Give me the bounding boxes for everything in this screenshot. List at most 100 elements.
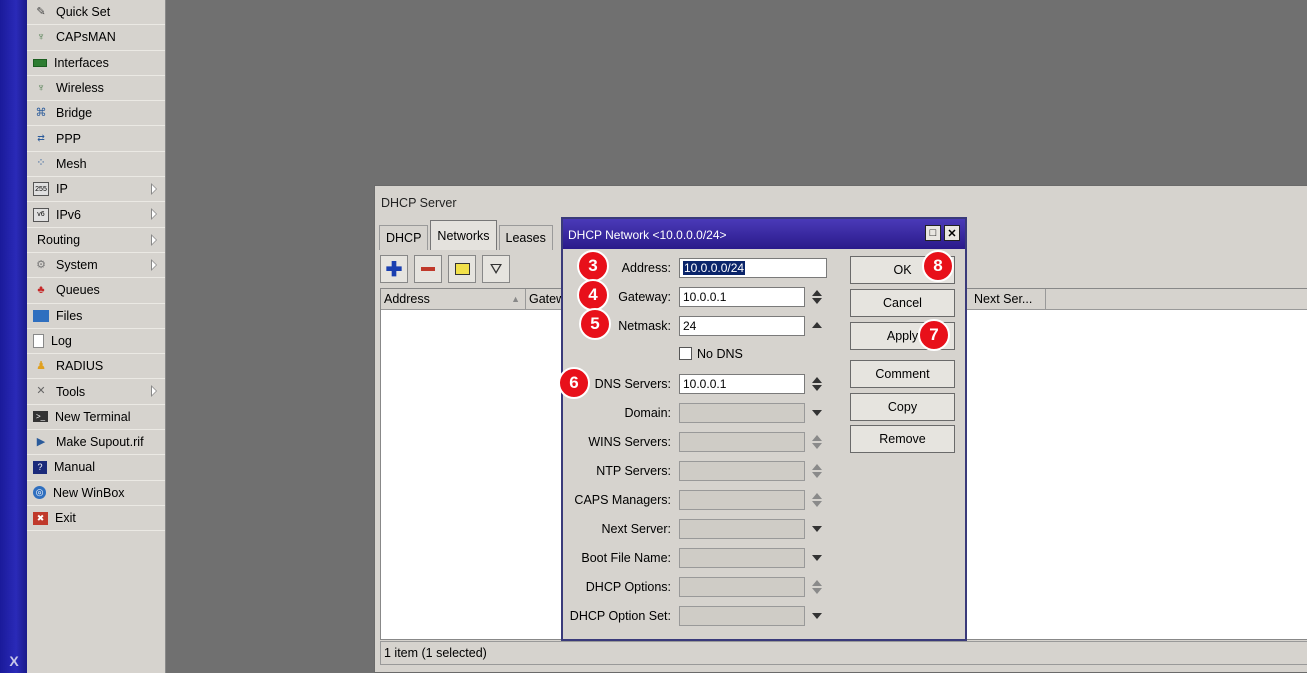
sidebar-item-capsman[interactable]: ♆ CAPsMAN bbox=[27, 25, 165, 51]
next-server-field[interactable] bbox=[679, 519, 805, 539]
gear-icon: ⚙ bbox=[36, 258, 46, 271]
tab-networks[interactable]: Networks bbox=[430, 220, 497, 250]
address-label: Address: bbox=[621, 261, 671, 275]
callout-badge-8: 8 bbox=[922, 250, 954, 282]
callout-badge-7: 7 bbox=[918, 319, 950, 351]
boot-file-name-label: Boot File Name: bbox=[581, 551, 671, 565]
dhcp-options-field[interactable] bbox=[679, 577, 805, 597]
sidebar-item-tools[interactable]: ✕ Tools bbox=[27, 379, 165, 405]
status-bar: 1 item (1 selected) bbox=[380, 641, 1307, 665]
supout-icon: ▶ bbox=[36, 435, 46, 448]
sidebar-item-quick-set[interactable]: ✎ Quick Set bbox=[27, 0, 165, 26]
gateway-updown-icon[interactable] bbox=[811, 289, 823, 305]
add-button[interactable]: ✚ bbox=[380, 255, 408, 283]
no-dns-checkbox[interactable] bbox=[679, 347, 692, 360]
ntp-servers-updown-icon[interactable] bbox=[811, 463, 823, 479]
column-header-next-server[interactable]: Next Ser... bbox=[971, 289, 1046, 310]
boot-file-name-field[interactable] bbox=[679, 548, 805, 568]
maximize-button[interactable]: □ bbox=[925, 225, 941, 241]
ntp-servers-field[interactable] bbox=[679, 461, 805, 481]
stripe-label: X bbox=[9, 653, 19, 669]
ipv6-icon: v6 bbox=[33, 207, 49, 222]
sidebar-item-exit[interactable]: ✖ Exit bbox=[27, 506, 165, 532]
dhcp-options-label: DHCP Options: bbox=[585, 580, 671, 594]
tab-dhcp[interactable]: DHCP bbox=[379, 225, 429, 250]
close-button[interactable]: ✕ bbox=[944, 225, 960, 241]
exit-icon: ✖ bbox=[33, 511, 48, 525]
sidebar-item-ppp[interactable]: ⇄ PPP bbox=[27, 126, 165, 152]
submenu-arrow-icon bbox=[151, 385, 157, 398]
radius-icon: ♟ bbox=[36, 359, 46, 372]
wins-servers-updown-icon[interactable] bbox=[811, 434, 823, 450]
column-header-address[interactable]: Address ▲ bbox=[381, 289, 526, 310]
no-dns-label: No DNS bbox=[697, 347, 743, 361]
sidebar-item-new-terminal[interactable]: >_ New Terminal bbox=[27, 405, 165, 431]
remove-button[interactable]: Remove bbox=[850, 425, 955, 453]
interfaces-icon bbox=[33, 58, 47, 67]
netmask-field[interactable]: 24 bbox=[679, 316, 805, 336]
sidebar-item-manual[interactable]: ? Manual bbox=[27, 455, 165, 481]
wins-servers-label: WINS Servers: bbox=[588, 435, 671, 449]
copy-button[interactable]: Copy bbox=[850, 393, 955, 421]
sidebar-item-make-supout[interactable]: ▶ Make Supout.rif bbox=[27, 430, 165, 456]
caps-managers-updown-icon[interactable] bbox=[811, 492, 823, 508]
winbox-icon: ◎ bbox=[33, 486, 46, 500]
terminal-icon: >_ bbox=[33, 411, 48, 423]
sidebar-item-ipv6[interactable]: v6 IPv6 bbox=[27, 202, 165, 228]
netmask-up-icon[interactable] bbox=[811, 318, 823, 334]
dns-servers-field[interactable]: 10.0.0.1 bbox=[679, 374, 805, 394]
comment-icon bbox=[454, 263, 470, 275]
dhcp-option-set-label: DHCP Option Set: bbox=[569, 609, 671, 623]
domain-field[interactable] bbox=[679, 403, 805, 423]
sidebar-item-queues[interactable]: ♣ Queues bbox=[27, 278, 165, 304]
sidebar-item-mesh[interactable]: ⁘ Mesh bbox=[27, 152, 165, 178]
sidebar-item-interfaces[interactable]: Interfaces bbox=[27, 51, 165, 76]
ip-icon: 255 bbox=[33, 182, 49, 197]
ntp-servers-label: NTP Servers: bbox=[596, 464, 671, 478]
callout-badge-3: 3 bbox=[577, 250, 609, 282]
domain-dropdown-icon[interactable] bbox=[811, 405, 823, 421]
sidebar-item-system[interactable]: ⚙ System bbox=[27, 253, 165, 279]
callout-badge-5: 5 bbox=[579, 308, 611, 340]
sidebar-item-radius[interactable]: ♟ RADIUS bbox=[27, 354, 165, 380]
dhcp-option-set-dropdown-icon[interactable] bbox=[811, 608, 823, 624]
filter-icon: ⛛ bbox=[489, 260, 503, 278]
sidebar-item-bridge[interactable]: ⌘ Bridge bbox=[27, 101, 165, 127]
sidebar-item-files[interactable]: Files bbox=[27, 304, 165, 329]
mesh-icon: ⁘ bbox=[36, 157, 46, 170]
dns-servers-updown-icon[interactable] bbox=[811, 376, 823, 392]
address-field[interactable]: 10.0.0.0/24 bbox=[679, 258, 827, 278]
wins-servers-field[interactable] bbox=[679, 432, 805, 452]
ppp-icon: ⇄ bbox=[37, 133, 45, 144]
bridge-icon: ⌘ bbox=[35, 106, 47, 119]
sidebar-item-wireless[interactable]: ♆ Wireless bbox=[27, 76, 165, 102]
next-server-dropdown-icon[interactable] bbox=[811, 521, 823, 537]
caps-managers-field[interactable] bbox=[679, 490, 805, 510]
dns-servers-label: DNS Servers: bbox=[594, 377, 671, 391]
queues-icon: ♣ bbox=[37, 283, 45, 296]
cancel-button[interactable]: Cancel bbox=[850, 289, 955, 317]
sidebar-item-log[interactable]: Log bbox=[27, 329, 165, 355]
sidebar-stripe: X bbox=[0, 0, 27, 673]
tools-icon: ✕ bbox=[36, 385, 46, 398]
callout-badge-6: 6 bbox=[558, 367, 590, 399]
minus-icon bbox=[421, 267, 435, 271]
tab-leases[interactable]: Leases bbox=[498, 225, 553, 250]
gateway-label: Gateway: bbox=[618, 290, 671, 304]
sort-arrow-icon: ▲ bbox=[511, 294, 520, 304]
log-icon bbox=[33, 334, 44, 348]
submenu-arrow-icon bbox=[151, 258, 157, 271]
dialog-titlebar[interactable]: DHCP Network <10.0.0.0/24> □ ✕ bbox=[563, 219, 965, 249]
sidebar-item-new-winbox[interactable]: ◎ New WinBox bbox=[27, 481, 165, 506]
sidebar-item-ip[interactable]: 255 IP bbox=[27, 177, 165, 203]
sidebar-item-routing[interactable]: Routing bbox=[27, 228, 165, 253]
dhcp-toolbar: ✚ ⛛ bbox=[380, 255, 510, 283]
comment-button[interactable]: Comment bbox=[850, 360, 955, 388]
gateway-field[interactable]: 10.0.0.1 bbox=[679, 287, 805, 307]
comment-item-button[interactable] bbox=[448, 255, 476, 283]
boot-file-name-dropdown-icon[interactable] bbox=[811, 550, 823, 566]
remove-item-button[interactable] bbox=[414, 255, 442, 283]
filter-button[interactable]: ⛛ bbox=[482, 255, 510, 283]
dhcp-option-set-field[interactable] bbox=[679, 606, 805, 626]
dhcp-options-updown-icon[interactable] bbox=[811, 579, 823, 595]
